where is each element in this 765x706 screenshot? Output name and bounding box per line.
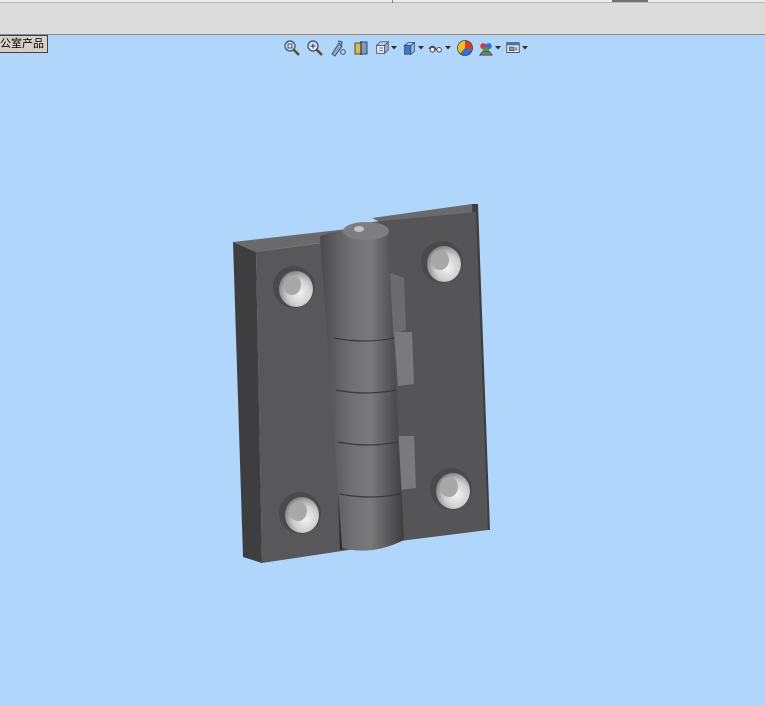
display-style-button[interactable]	[401, 38, 417, 58]
barrel-segment-line	[337, 441, 399, 446]
view-orientation-icon	[375, 40, 390, 55]
screw-hole	[273, 266, 315, 308]
right-leaf-top-edge	[372, 204, 476, 226]
barrel-segment-line	[339, 493, 401, 498]
toolbar-divider	[612, 0, 648, 2]
top-toolbar-area	[0, 0, 765, 35]
toolbar-strip	[0, 0, 765, 3]
left-leaf-side	[233, 242, 262, 563]
section-view-button[interactable]	[351, 38, 371, 58]
display-style-dropdown[interactable]	[417, 38, 425, 58]
pin-head	[354, 226, 364, 232]
appearance-icon	[457, 40, 473, 56]
view-orientation-dropdown[interactable]	[390, 38, 398, 58]
previous-view-icon	[331, 40, 346, 57]
previous-view-button[interactable]	[328, 38, 348, 58]
chevron-down-icon	[418, 46, 424, 50]
zoom-to-fit-button[interactable]	[282, 38, 302, 58]
barrel-segment-line	[333, 337, 395, 342]
hinge-model[interactable]	[233, 204, 490, 563]
view-settings-dropdown[interactable]	[521, 38, 529, 58]
heads-up-view-toolbar	[282, 38, 532, 58]
hinge-barrel	[320, 229, 404, 551]
left-leaf-face	[256, 236, 382, 563]
chevron-down-icon	[391, 46, 397, 50]
screw-hole	[430, 468, 472, 510]
scene-icon	[479, 43, 493, 56]
right-leaf-face	[372, 212, 488, 542]
right-leaf-knuckle-step	[394, 332, 414, 386]
chevron-down-icon	[445, 46, 451, 50]
zoom-to-area-button[interactable]	[305, 38, 325, 58]
left-leaf-slot	[338, 495, 350, 550]
toolbar-divider	[392, 0, 393, 3]
zoom-area-icon	[307, 40, 323, 56]
right-leaf-knuckle-step	[398, 436, 416, 490]
left-leaf-top-edge	[233, 228, 370, 252]
screw-hole	[279, 492, 321, 534]
left-leaf-slot	[332, 288, 344, 342]
right-leaf-knuckle-step	[388, 272, 406, 334]
section-view-icon	[354, 41, 368, 55]
view-settings-icon	[506, 42, 520, 53]
view-settings-button[interactable]	[505, 38, 521, 58]
feature-tree-tab[interactable]: 公室产品	[0, 35, 48, 53]
hide-show-items-dropdown[interactable]	[444, 38, 452, 58]
zoom-fit-icon	[284, 40, 300, 56]
barrel-top-cap	[343, 222, 389, 240]
hide-show-items-button[interactable]	[428, 38, 444, 58]
right-leaf-side	[472, 204, 490, 530]
view-orientation-button[interactable]	[374, 38, 390, 58]
graphics-viewport	[233, 204, 490, 563]
hide-show-icon	[428, 45, 442, 53]
feature-tree-tab-label: 公室产品	[0, 37, 44, 50]
barrel-segment-line	[335, 389, 397, 394]
display-style-icon	[403, 41, 416, 56]
apply-scene-dropdown[interactable]	[494, 38, 502, 58]
chevron-down-icon	[495, 46, 501, 50]
edit-appearance-button[interactable]	[455, 38, 475, 58]
screw-hole	[421, 241, 463, 283]
left-leaf-slot	[334, 392, 346, 444]
apply-scene-button[interactable]	[478, 38, 494, 58]
chevron-down-icon	[522, 46, 528, 50]
